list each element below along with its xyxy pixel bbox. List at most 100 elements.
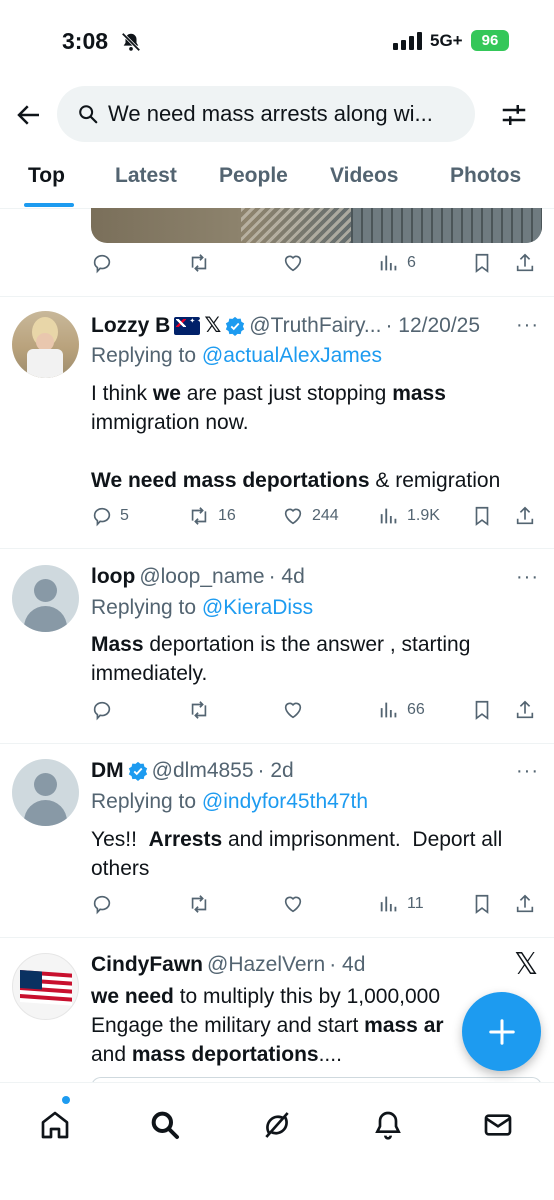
nav-home[interactable]: [35, 1105, 75, 1145]
text-segment: are past just stopping: [180, 382, 393, 405]
bookmark-icon: [475, 700, 489, 720]
like-button[interactable]: 244: [281, 505, 339, 527]
more-options-icon[interactable]: ···: [516, 760, 539, 783]
bookmark-button[interactable]: [471, 699, 493, 721]
retweet-button[interactable]: [187, 699, 211, 721]
user-handle[interactable]: @TruthFairy...: [249, 314, 381, 338]
filter-settings-icon[interactable]: [499, 100, 529, 130]
divider: [0, 548, 554, 549]
tweet-media-image[interactable]: [91, 208, 542, 243]
search-tabs: Top Latest People Videos Photos: [0, 160, 554, 208]
reply-button[interactable]: [91, 699, 113, 721]
text-segment: to multiply this by 1,000,000: [173, 985, 441, 1008]
replying-to: Replying to @indyfor45th47th: [91, 790, 368, 814]
tab-top[interactable]: Top: [28, 164, 65, 188]
reply-count: 5: [120, 507, 129, 524]
text-segment-bold: we need: [91, 985, 174, 1008]
text-segment-bold: Arrests: [148, 828, 223, 851]
text-segment-bold: we: [152, 382, 181, 405]
reply-mention-link[interactable]: @KieraDiss: [202, 596, 313, 619]
nav-grok[interactable]: [257, 1105, 297, 1145]
reply-mention-link[interactable]: @actualAlexJames: [202, 344, 382, 367]
user-handle[interactable]: @dlm4855: [152, 759, 254, 783]
tweet-header: CindyFawn @HazelVern · 4d: [91, 953, 365, 977]
search-query: We need mass arrests along wi...: [108, 101, 433, 126]
replying-label: Replying to: [91, 790, 197, 813]
share-button[interactable]: [514, 505, 536, 527]
retweet-button[interactable]: 16: [187, 505, 236, 527]
bookmark-icon: [475, 894, 489, 914]
text-segment-bold: Mass: [91, 633, 144, 656]
share-button[interactable]: [514, 893, 536, 915]
bookmark-button[interactable]: [471, 252, 493, 274]
tab-latest[interactable]: Latest: [115, 164, 177, 188]
tweet-text: Yes!! Arrests and imprisonment. Deport a…: [91, 825, 536, 883]
x-close-icon[interactable]: 𝕏: [514, 947, 538, 982]
more-options-icon[interactable]: ···: [516, 566, 539, 589]
nav-messages[interactable]: [478, 1105, 518, 1145]
tweet-text-line-2: Engage the military and start mass ar: [91, 1011, 471, 1040]
bookmark-button[interactable]: [471, 893, 493, 915]
tab-videos[interactable]: Videos: [330, 164, 398, 188]
share-button[interactable]: [514, 252, 536, 274]
display-name[interactable]: CindyFawn: [91, 953, 203, 977]
views-button[interactable]: 1.9K: [378, 505, 440, 527]
australia-flag-icon: [174, 316, 201, 335]
display-name[interactable]: Lozzy B: [91, 314, 170, 338]
views-icon: [380, 702, 397, 718]
nav-search[interactable]: [145, 1105, 185, 1145]
views-count: 1.9K: [407, 507, 440, 524]
more-options-icon[interactable]: ···: [516, 314, 539, 337]
bell-off-icon: [121, 32, 141, 52]
back-arrow-icon[interactable]: [14, 100, 44, 130]
text-segment: ....: [318, 1043, 342, 1066]
messages-icon: [484, 1114, 512, 1136]
like-button[interactable]: [281, 699, 305, 721]
retweet-button[interactable]: [187, 893, 211, 915]
avatar[interactable]: [12, 311, 79, 378]
like-button[interactable]: [281, 893, 305, 915]
bookmark-button[interactable]: [471, 505, 493, 527]
views-icon: [380, 255, 397, 271]
divider: [0, 296, 554, 297]
tab-people[interactable]: People: [219, 164, 288, 188]
reply-icon: [93, 254, 111, 274]
retweet-icon: [191, 507, 207, 525]
like-button[interactable]: [281, 252, 305, 274]
user-handle[interactable]: @HazelVern: [207, 953, 325, 977]
retweet-count: 16: [218, 507, 236, 524]
share-icon: [516, 894, 534, 913]
views-icon: [380, 508, 397, 524]
display-name[interactable]: DM: [91, 759, 124, 783]
share-button[interactable]: [514, 699, 536, 721]
views-button[interactable]: 6: [378, 252, 416, 274]
nav-notifications[interactable]: [368, 1105, 408, 1145]
avatar[interactable]: [12, 953, 79, 1020]
home-notification-dot: [62, 1096, 70, 1104]
search-input[interactable]: We need mass arrests along wi...: [57, 86, 475, 142]
views-button[interactable]: 66: [378, 699, 425, 721]
compose-post-button[interactable]: [462, 992, 541, 1071]
avatar[interactable]: [12, 759, 79, 826]
display-name[interactable]: loop: [91, 565, 135, 589]
reply-button[interactable]: [91, 252, 113, 274]
search-icon: [151, 1111, 179, 1139]
reply-button[interactable]: [91, 893, 113, 915]
tweet-text: Mass deportation is the answer , startin…: [91, 630, 536, 688]
status-time: 3:08: [62, 28, 109, 54]
avatar[interactable]: [12, 565, 79, 632]
bottom-nav: [0, 1082, 554, 1200]
verified-badge-icon: [226, 316, 245, 336]
battery-icon: 96: [471, 30, 509, 51]
share-icon: [516, 506, 534, 525]
reply-mention-link[interactable]: @indyfor45th47th: [202, 790, 368, 813]
replying-label: Replying to: [91, 596, 197, 619]
views-button[interactable]: 11: [378, 893, 424, 915]
reply-button[interactable]: 5: [91, 505, 129, 527]
replying-label: Replying to: [91, 344, 197, 367]
user-handle[interactable]: @loop_name: [139, 565, 264, 589]
tab-photos[interactable]: Photos: [450, 164, 521, 188]
retweet-icon: [191, 254, 207, 272]
retweet-button[interactable]: [187, 252, 211, 274]
divider: [0, 937, 554, 938]
